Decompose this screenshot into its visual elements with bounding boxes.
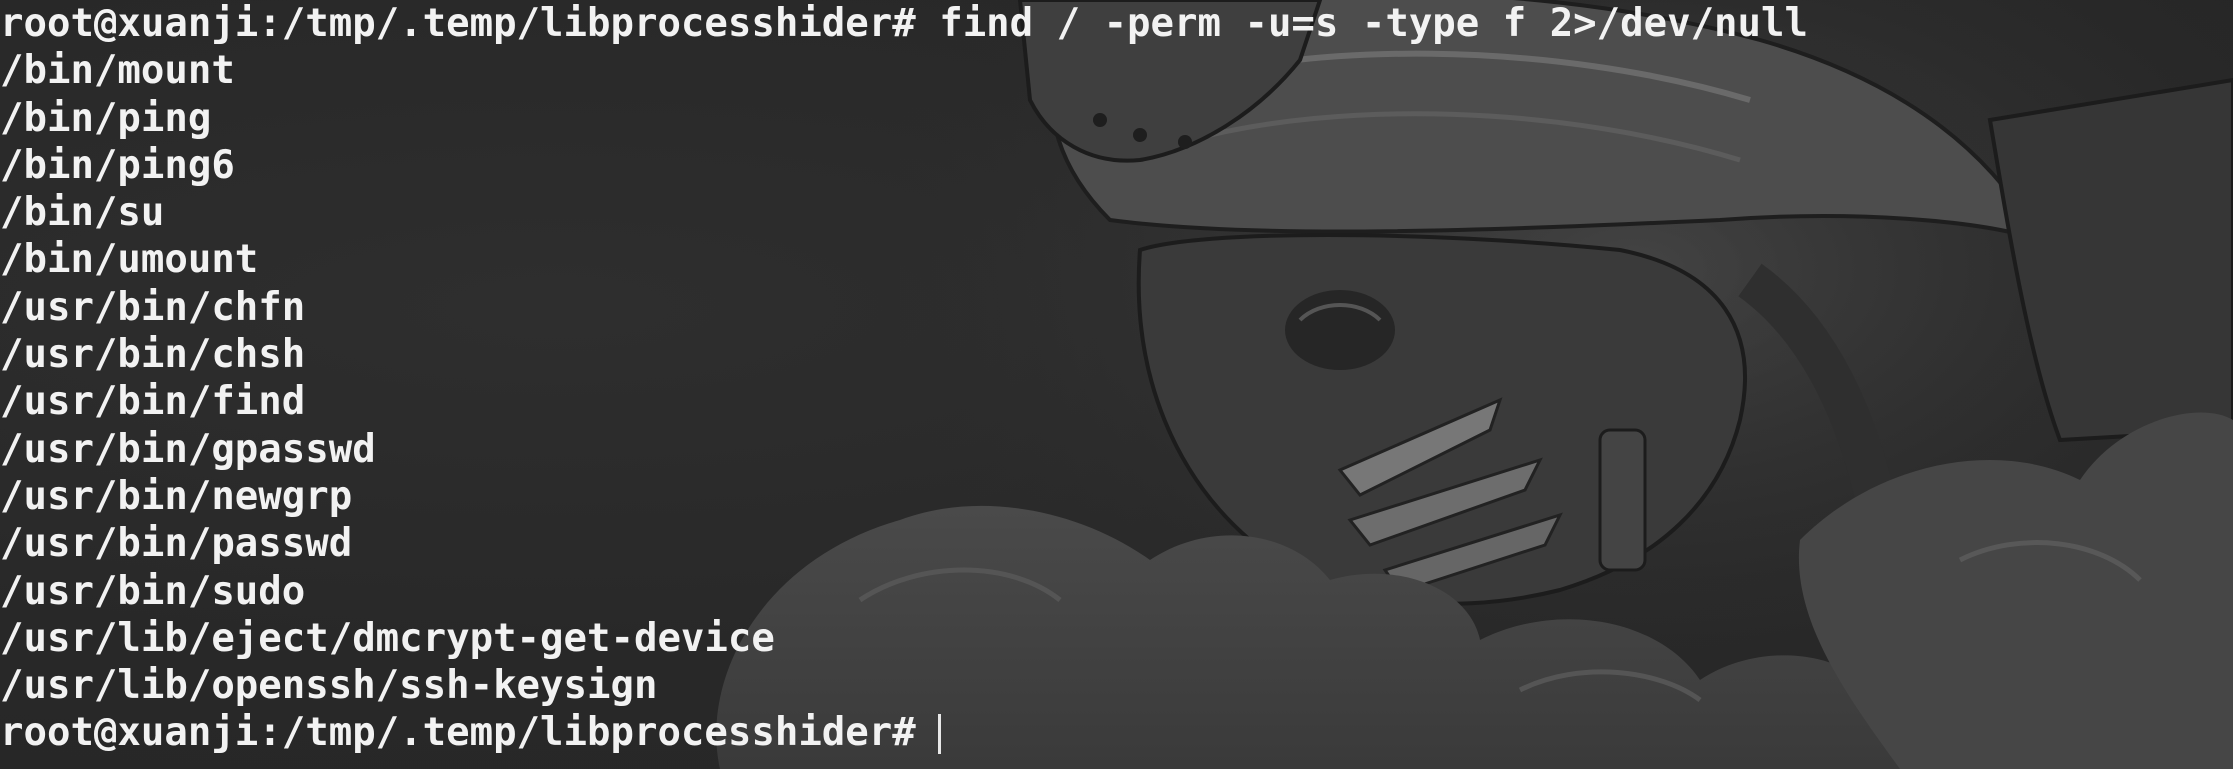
output-line: /bin/ping6 (0, 142, 235, 188)
output-line: /usr/bin/newgrp (0, 473, 353, 519)
output-line: /usr/bin/chfn (0, 284, 306, 330)
output-line: /usr/bin/passwd (0, 521, 353, 567)
output-line: /usr/bin/chsh (0, 332, 306, 378)
text-cursor[interactable] (937, 714, 941, 755)
command-line: root@xuanji:/tmp/.temp/libprocesshider# … (0, 0, 1808, 47)
output-line: /bin/mount (0, 48, 235, 94)
terminal-output[interactable]: root@xuanji:/tmp/.temp/libprocesshider# … (0, 0, 1808, 757)
input-line[interactable]: root@xuanji:/tmp/.temp/libprocesshider# (0, 709, 1808, 756)
output-line: /bin/su (0, 190, 165, 236)
terminal-window[interactable]: root@xuanji:/tmp/.temp/libprocesshider# … (0, 0, 2233, 769)
output-line: /usr/bin/gpasswd (0, 426, 376, 472)
output-line: /bin/ping (0, 95, 212, 141)
output-line: /usr/lib/eject/dmcrypt-get-device (0, 615, 775, 661)
output-line: /usr/bin/find (0, 379, 306, 425)
prompt: root@xuanji:/tmp/.temp/libprocesshider# (0, 1, 916, 46)
command-text: find / -perm -u=s -type f 2>/dev/null (939, 1, 1808, 46)
prompt: root@xuanji:/tmp/.temp/libprocesshider# (0, 710, 916, 756)
output-line: /usr/bin/sudo (0, 568, 306, 614)
output-line: /bin/umount (0, 237, 259, 283)
output-line: /usr/lib/openssh/ssh-keysign (0, 663, 658, 709)
